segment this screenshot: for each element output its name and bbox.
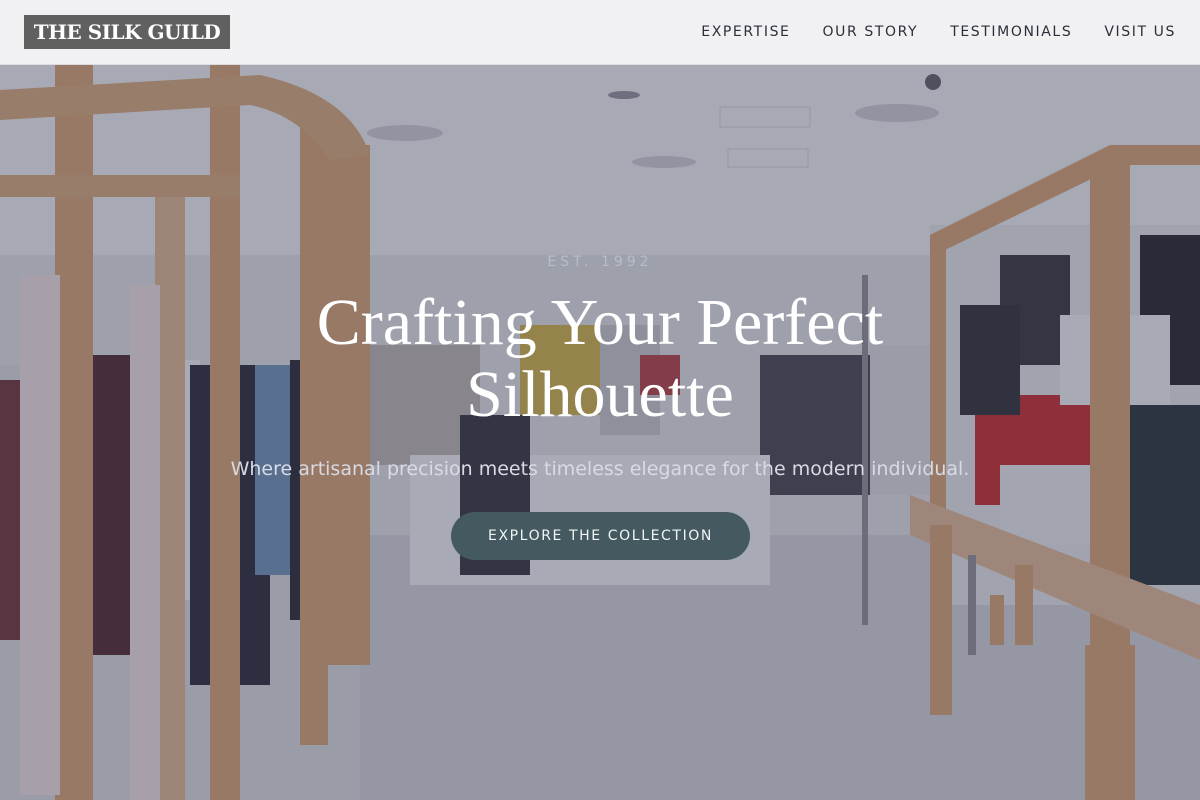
- nav-link-visit-us[interactable]: VISIT US: [1104, 24, 1176, 40]
- main-nav: EXPERTISE OUR STORY TESTIMONIALS VISIT U…: [701, 24, 1176, 40]
- hero-title: Crafting Your Perfect Silhouette: [316, 286, 884, 431]
- nav-link-testimonials[interactable]: TESTIMONIALS: [950, 24, 1072, 40]
- hero-subtitle: Where artisanal precision meets timeless…: [230, 458, 970, 480]
- hero-content: EST. 1992 Crafting Your Perfect Silhouet…: [0, 65, 1200, 800]
- hero-section: EST. 1992 Crafting Your Perfect Silhouet…: [0, 65, 1200, 800]
- nav-link-our-story[interactable]: OUR STORY: [823, 24, 919, 40]
- brand-logo[interactable]: THE SILK GUILD: [24, 15, 230, 49]
- hero-eyebrow: EST. 1992: [547, 254, 653, 270]
- nav-link-expertise[interactable]: EXPERTISE: [701, 24, 790, 40]
- explore-collection-button[interactable]: EXPLORE THE COLLECTION: [451, 512, 750, 560]
- site-header: THE SILK GUILD EXPERTISE OUR STORY TESTI…: [0, 0, 1200, 65]
